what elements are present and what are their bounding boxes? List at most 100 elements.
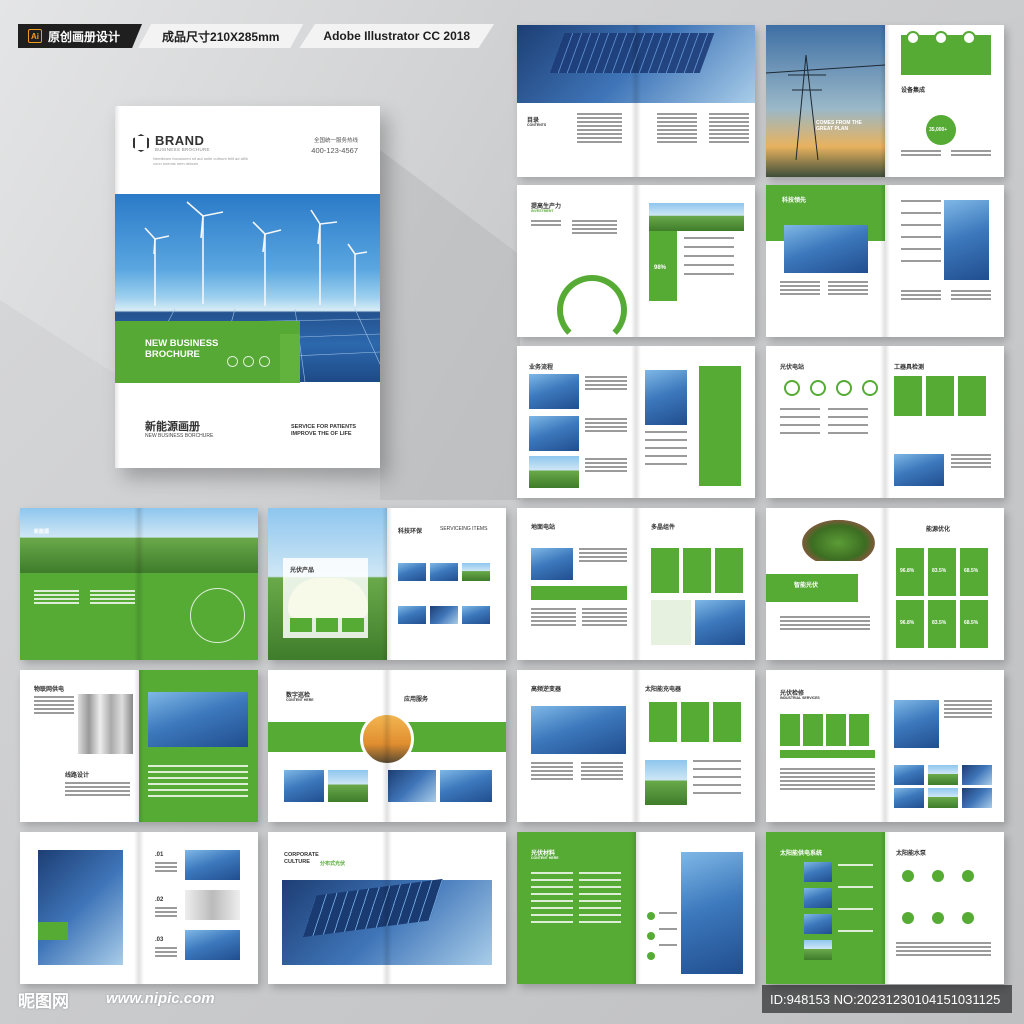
page-fold: [880, 25, 890, 177]
materials-photo: [681, 852, 743, 974]
hotline-label: 全国统一服务热线: [313, 138, 358, 144]
cover-green-accent: [280, 334, 300, 383]
tech-steps: [901, 200, 941, 262]
spread-ground-station: 地面电站 多晶组件: [517, 508, 755, 660]
page-fold: [382, 670, 392, 822]
ground-photo: [531, 548, 573, 580]
spread-maintenance: 光伏检修 INDUSTRIAL SERVICES: [766, 670, 1004, 822]
pump-icon: [902, 912, 914, 924]
newenergy-text: [90, 590, 135, 604]
eco-title: 科技环保: [398, 529, 423, 535]
supply-photo: [804, 914, 832, 934]
smart-title: 智能光伏: [794, 583, 819, 589]
maint-photo: [894, 788, 924, 808]
tool-card: [926, 376, 954, 416]
cover-cn-title: 新能源画册: [145, 421, 200, 433]
pump-icon: [932, 870, 944, 882]
number-label: .01: [155, 852, 164, 858]
process-photo: [529, 416, 579, 451]
maint-card: [780, 714, 800, 746]
pump-icon: [932, 912, 944, 924]
product-tab: [290, 618, 312, 632]
page-fold: [631, 346, 641, 498]
page-fold: [631, 832, 641, 984]
supply-photo: [804, 940, 832, 960]
materials-text: [659, 912, 677, 946]
arc-diagram: [557, 275, 627, 337]
bolt-icon: [259, 356, 270, 367]
pump-icon: [902, 870, 914, 882]
productivity-list: [684, 237, 734, 275]
stat-value: 96.8%: [900, 568, 915, 574]
maint-photo: [928, 765, 958, 785]
equipment-text: [951, 150, 991, 156]
maint-card: [849, 714, 869, 746]
tech-title: 科技领先: [782, 198, 807, 204]
size-label: 成品尺寸210X285mm: [162, 29, 280, 44]
inverter-photo: [531, 706, 626, 754]
stat-value: 83.5%: [932, 620, 947, 626]
coop-text: [155, 907, 177, 917]
page-fold: [880, 670, 890, 822]
coast-photo: [784, 225, 868, 273]
poly-title: 多晶组件: [651, 525, 676, 531]
illustrator-icon: Ai: [28, 29, 42, 43]
spread-culture: CORPORATE CULTURE 分布式光伏: [268, 832, 506, 984]
stat-value: 96.8%: [900, 620, 915, 626]
coop-photo: [185, 850, 240, 880]
charger-card: [713, 702, 741, 742]
item-photo: [398, 606, 426, 624]
stat-value: 68.5%: [964, 620, 979, 626]
inverter-title: 高频逆变器: [531, 687, 562, 693]
page-fold: [880, 185, 890, 337]
service-title: 应用服务: [404, 697, 429, 703]
service-items-title: SERVICEING ITEMS: [440, 526, 488, 532]
pv-icon: [862, 380, 878, 396]
poly-panel: [651, 600, 691, 645]
maint-photo: [894, 765, 924, 785]
maintenance-sub: INDUSTRIAL SERVICES: [780, 696, 820, 700]
contents-list: [577, 113, 622, 143]
size-tag: 成品尺寸210X285mm: [138, 24, 304, 48]
process-text: [585, 376, 627, 390]
spread-equipment: COMES FROM THE GREAT PLAN 设备集成 35,000+: [766, 25, 1004, 177]
tool-card: [894, 376, 922, 416]
cover-icon-row: [227, 356, 270, 367]
digital-sub: CONTENT HERE: [286, 698, 314, 702]
process-photo: [529, 374, 579, 409]
cycle-diagram: [190, 588, 245, 643]
power-pylon-icon: [766, 54, 885, 161]
software-label: Adobe Illustrator CC 2018: [323, 29, 471, 43]
process-photo: [645, 370, 687, 425]
pv-text: [828, 408, 868, 434]
process-text: [585, 458, 627, 472]
pv-title: 光伏电站: [780, 365, 805, 371]
phone-number: 400-123-4567: [311, 146, 358, 155]
ground-text: [582, 608, 627, 626]
materials-text: [579, 872, 621, 923]
materials-sub: CONTENT HERE: [531, 856, 559, 860]
coop-tag: [38, 922, 68, 940]
iot-title: 物联网供电: [34, 687, 65, 693]
spread-smart-pv: 智能光伏 能源优化 96.8% 83.5% 68.5% 96.8% 83.5% …: [766, 508, 1004, 660]
number-label: .02: [155, 897, 164, 903]
leaf-icon: [227, 356, 238, 367]
page-fold: [382, 508, 392, 660]
panel-hand-photo: [38, 850, 123, 965]
charger-card: [649, 702, 677, 742]
spread-pv: 光伏电站 工器具检测: [766, 346, 1004, 498]
process-text: [645, 431, 687, 465]
floating-island-photo: [796, 516, 881, 561]
spread-products: 光伏产品 科技环保 SERVICEING ITEMS: [268, 508, 506, 660]
product-tab: [316, 618, 338, 632]
inverter-text: [581, 762, 623, 780]
item-photo: [430, 563, 458, 581]
spread-materials: 光伏材料 CONTENT HERE: [517, 832, 755, 984]
equipment-text: [901, 150, 941, 156]
panel-photo: [944, 200, 989, 280]
cover-service-text: SERVICE FOR PATIENTS IMPROVE THE OF LIFE: [291, 424, 357, 437]
page-fold: [382, 832, 392, 984]
page-fold: [134, 508, 144, 660]
spread-tech: 科技领先: [766, 185, 1004, 337]
software-tag: Adobe Illustrator CC 2018: [299, 24, 495, 48]
